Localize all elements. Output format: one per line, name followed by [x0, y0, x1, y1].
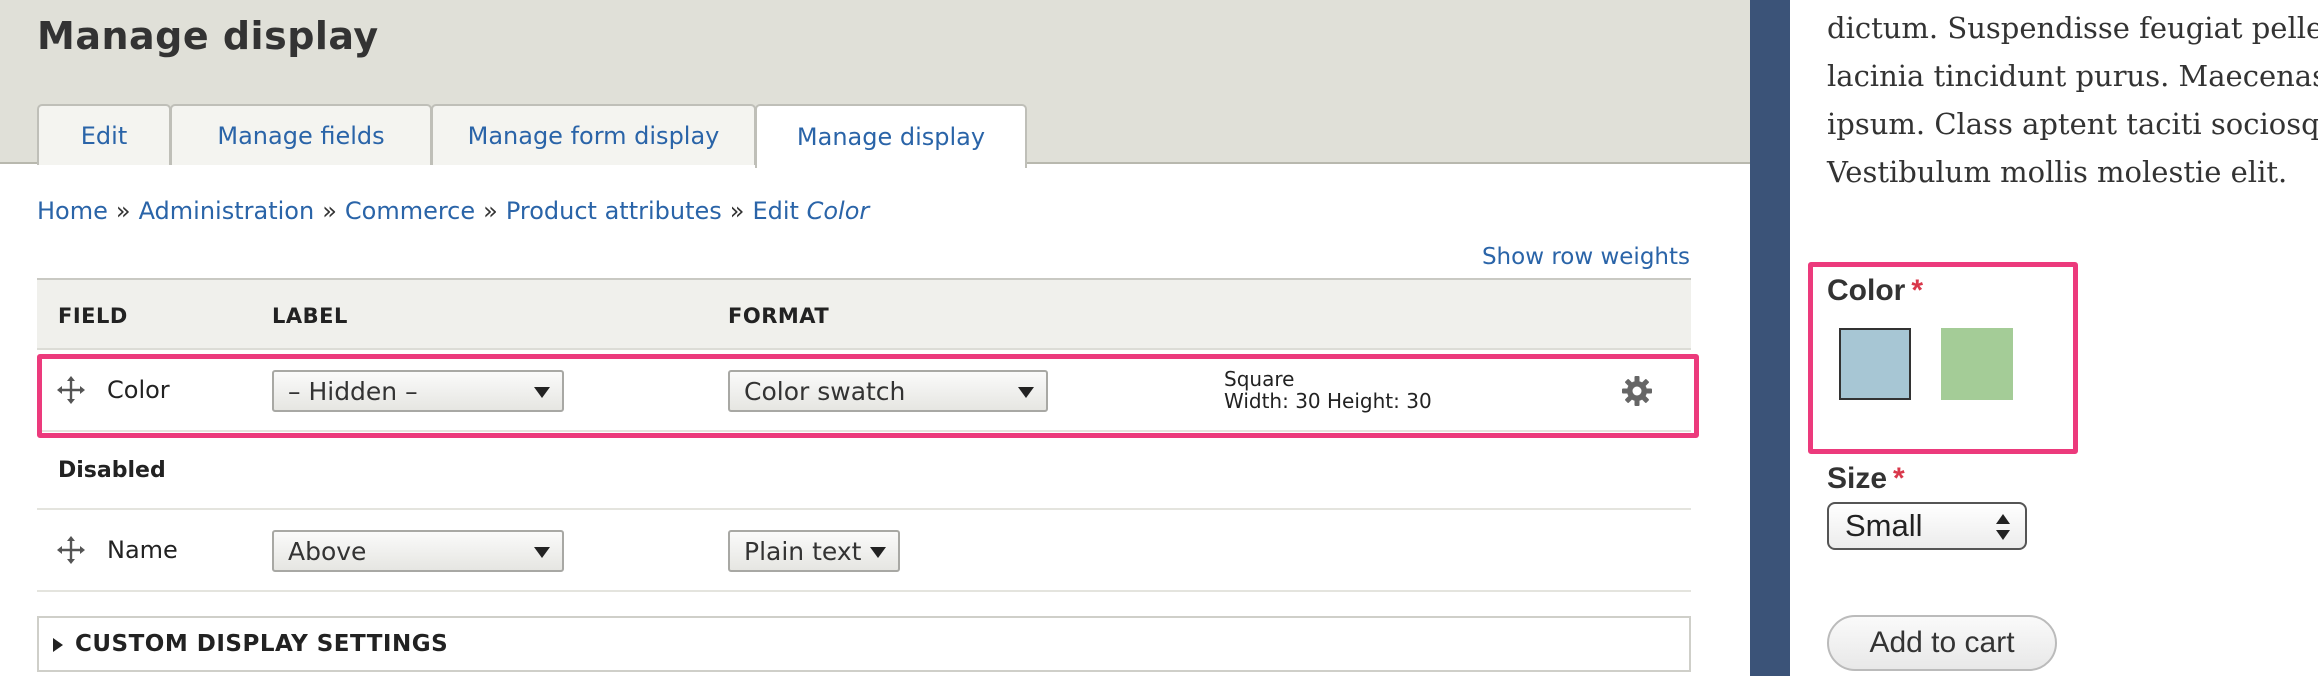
chevron-down-icon — [870, 547, 886, 558]
required-marker: * — [1911, 274, 1924, 307]
field-name: Name — [107, 536, 178, 564]
breadcrumb-current-prefix[interactable]: Edit — [752, 197, 798, 225]
size-attribute-label: Size * — [1827, 462, 1905, 496]
size-label-text: Size — [1827, 462, 1888, 495]
table-row-name: Name Above Plain text — [37, 510, 1691, 592]
breadcrumb-separator: » — [729, 197, 745, 225]
column-header-label: LABEL — [272, 304, 348, 328]
size-select[interactable]: Small — [1827, 502, 2027, 550]
add-to-cart-button[interactable]: Add to cart — [1827, 615, 2057, 671]
format-select[interactable]: Plain text — [728, 530, 900, 572]
field-display-table: FIELD LABEL FORMAT Color – Hidden – Colo… — [37, 278, 1691, 432]
format-select-value: Plain text — [744, 536, 862, 566]
breadcrumb-current-name: Color — [806, 197, 870, 225]
show-row-weights-link[interactable]: Show row weights — [1482, 244, 1690, 270]
breadcrumb-product-attributes[interactable]: Product attributes — [506, 197, 722, 225]
tab-manage-form-display[interactable]: Manage form display — [431, 104, 756, 165]
color-swatch-green[interactable] — [1941, 328, 2013, 400]
chevron-down-icon — [534, 387, 550, 398]
chevron-down-icon — [534, 547, 550, 558]
page-header: Manage display Edit Manage fields Manage… — [0, 0, 1750, 168]
breadcrumb-separator: » — [115, 197, 131, 225]
label-select-value: Above — [288, 536, 367, 566]
size-select-value: Small — [1845, 508, 1923, 543]
updown-arrows-icon — [1996, 514, 2010, 540]
description-line: Vestibulum mollis molestie elit. — [1827, 155, 2288, 189]
tab-manage-display[interactable]: Manage display — [755, 104, 1027, 168]
breadcrumb-administration[interactable]: Administration — [139, 197, 315, 225]
breadcrumb: Home» Administration» Commerce» Product att… — [37, 197, 869, 225]
chevron-down-icon — [1018, 387, 1034, 398]
format-select[interactable]: Color swatch — [728, 370, 1048, 412]
preview-divider-bar — [1750, 0, 1790, 676]
color-swatch-blue[interactable] — [1839, 328, 1911, 400]
tab-edit[interactable]: Edit — [37, 104, 171, 165]
table-row-color: Color – Hidden – Color swatch Square Wid… — [37, 350, 1691, 432]
admin-pane: Manage display Edit Manage fields Manage… — [0, 0, 1750, 676]
drag-handle-icon[interactable] — [57, 536, 85, 564]
triangle-right-icon — [53, 638, 63, 652]
format-summary: Square Width: 30 Height: 30 — [1224, 368, 1432, 412]
page-title: Manage display — [37, 14, 379, 58]
breadcrumb-separator: » — [322, 197, 337, 225]
color-attribute-label: Color * — [1827, 274, 1923, 308]
format-select-value: Color swatch — [744, 376, 906, 406]
label-select[interactable]: Above — [272, 530, 564, 572]
table-header: FIELD LABEL FORMAT — [37, 278, 1691, 350]
color-label-text: Color — [1827, 274, 1906, 307]
custom-display-settings-toggle[interactable]: CUSTOM DISPLAY SETTINGS — [37, 616, 1691, 672]
column-header-field: FIELD — [58, 304, 128, 328]
product-preview: dictum. Suspendisse feugiat pellentesque… — [1790, 0, 2318, 676]
format-summary-size: Width: 30 Height: 30 — [1224, 389, 1432, 413]
column-header-format: FORMAT — [728, 304, 830, 328]
required-marker: * — [1893, 462, 1905, 495]
drag-handle-icon[interactable] — [57, 376, 85, 404]
description-line: ipsum. Class aptent taciti sociosqu ad — [1827, 107, 2318, 141]
description-line: lacinia tincidunt purus. Maecenas eget — [1827, 59, 2318, 93]
custom-display-settings-label: CUSTOM DISPLAY SETTINGS — [75, 631, 449, 657]
product-description: dictum. Suspendisse feugiat pellentesque… — [1827, 4, 2318, 196]
gear-icon[interactable] — [1621, 375, 1653, 407]
field-name: Color — [107, 376, 170, 404]
breadcrumb-commerce[interactable]: Commerce — [345, 197, 475, 225]
breadcrumb-home[interactable]: Home — [37, 197, 108, 225]
label-select[interactable]: – Hidden – — [272, 370, 564, 412]
description-line: dictum. Suspendisse feugiat pellentesque — [1827, 11, 2318, 45]
breadcrumb-separator: » — [483, 197, 498, 225]
label-select-value: – Hidden – — [288, 376, 418, 406]
tab-manage-fields[interactable]: Manage fields — [170, 104, 432, 165]
format-summary-shape: Square — [1224, 367, 1295, 391]
disabled-section-heading: Disabled — [58, 458, 166, 483]
